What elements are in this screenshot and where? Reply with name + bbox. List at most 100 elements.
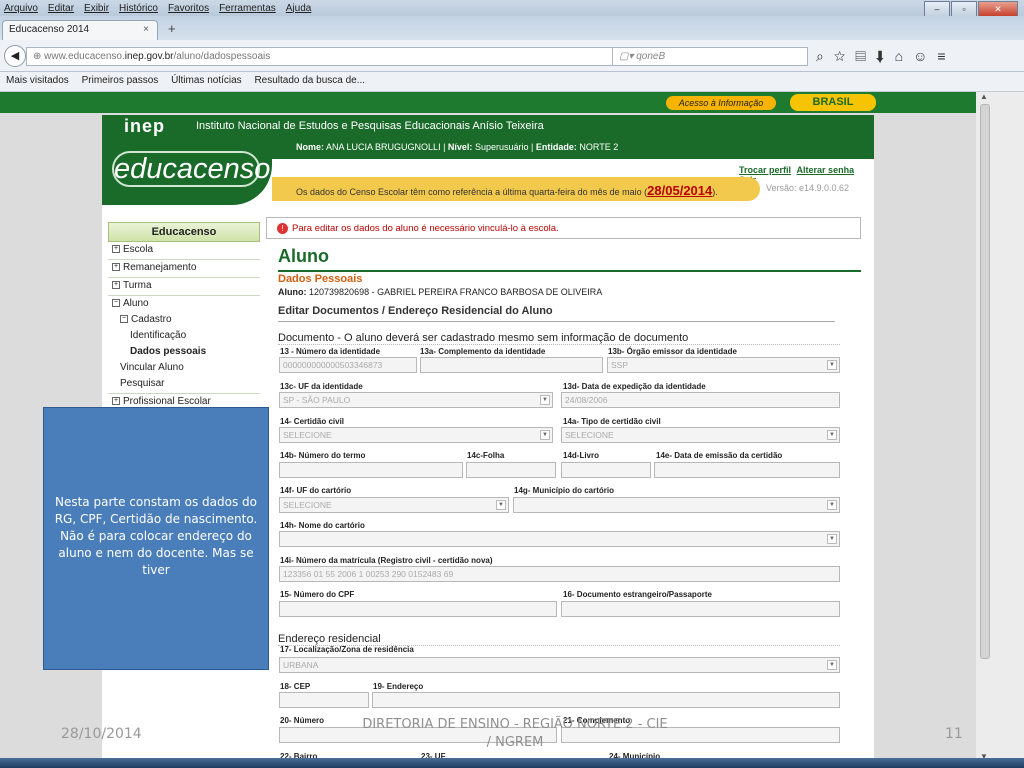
brasil-link[interactable]: BRASIL bbox=[790, 94, 876, 111]
menu-arquivo[interactable]: Arquivo bbox=[4, 3, 38, 14]
slide-footer-text: DIRETORIA DE ENSINO - REGIÃO NORTE 2 - C… bbox=[362, 717, 668, 750]
f13d-input[interactable]: 24/08/2006 bbox=[561, 392, 840, 408]
menu-historico[interactable]: Histórico bbox=[119, 3, 158, 14]
acesso-informacao-link[interactable]: Acesso à Informação bbox=[666, 96, 776, 110]
browser-tab[interactable]: Educacenso 2014 × bbox=[2, 20, 158, 40]
home-icon[interactable]: ⌂ bbox=[895, 48, 913, 64]
f14d-input[interactable] bbox=[561, 462, 651, 478]
f14b-input[interactable] bbox=[279, 462, 463, 478]
chevron-down-icon[interactable]: ▼ bbox=[827, 534, 837, 544]
f14i-label: 14i- Número da matrícula (Registro civil… bbox=[280, 556, 493, 565]
bookmark-ultimas-noticias[interactable]: Últimas notícias bbox=[171, 75, 242, 86]
f14e-input[interactable] bbox=[654, 462, 840, 478]
star-icon[interactable]: ☆ bbox=[834, 48, 855, 64]
expand-icon[interactable]: + bbox=[112, 245, 120, 254]
close-window-button[interactable]: ✕ bbox=[978, 1, 1018, 17]
f14g-select[interactable]: ▼ bbox=[513, 497, 840, 513]
f14h-label: 14h- Nome do cartório bbox=[280, 521, 365, 530]
aluno-identifier: Aluno: 120739820698 - GABRIEL PEREIRA FR… bbox=[278, 287, 602, 297]
f14a-value: SELECIONE bbox=[565, 430, 614, 440]
expand-icon[interactable]: + bbox=[112, 397, 120, 406]
expand-icon[interactable]: + bbox=[112, 281, 120, 290]
f14d-label: 14d-Livro bbox=[563, 451, 600, 460]
sidebar-item-label: Turma bbox=[123, 280, 152, 291]
search-input[interactable]: ▢▾ qoneB bbox=[612, 47, 808, 66]
reading-list-icon[interactable]: ▤ bbox=[855, 48, 876, 64]
f13b-select[interactable]: SSP ▼ bbox=[607, 357, 840, 373]
nome-value: ANA LUCIA BRUGUGNOLLI bbox=[326, 142, 441, 152]
sidebar-item-remanejamento[interactable]: + Remanejamento bbox=[108, 260, 260, 278]
f14h-select[interactable]: ▼ bbox=[279, 531, 840, 547]
f13c-select[interactable]: SP - SÃO PAULO ▼ bbox=[279, 392, 553, 408]
alert-message: ! Para editar os dados do aluno é necessá… bbox=[266, 217, 861, 239]
section-divider bbox=[278, 344, 840, 345]
sidebar-item-pesquisar[interactable]: Pesquisar bbox=[108, 376, 260, 394]
f13b-label: 13b- Órgão emissor da identidade bbox=[608, 347, 737, 356]
chevron-down-icon[interactable]: ▼ bbox=[827, 430, 837, 440]
sidebar-item-escola[interactable]: + Escola bbox=[108, 242, 260, 260]
f14f-select[interactable]: SELECIONE ▼ bbox=[279, 497, 509, 513]
minimize-button[interactable]: – bbox=[924, 1, 950, 17]
trocar-perfil-link[interactable]: Trocar perfil bbox=[739, 165, 791, 175]
f18-input[interactable] bbox=[279, 692, 369, 708]
f16-input[interactable] bbox=[561, 601, 840, 617]
menu-exibir[interactable]: Exibir bbox=[84, 3, 109, 14]
chevron-down-icon[interactable]: ▼ bbox=[827, 360, 837, 370]
entidade-value: NORTE 2 bbox=[579, 142, 619, 152]
sidebar-item-label: Dados pessoais bbox=[130, 346, 207, 357]
inep-header: inep Instituto Nacional de Estudos e Pes… bbox=[102, 115, 874, 137]
bookmark-mais-visitados[interactable]: Mais visitados bbox=[6, 75, 69, 86]
sidebar-item-label: Identificação bbox=[130, 330, 187, 341]
bookmarks-bar: Mais visitados Primeiros passos Últimas … bbox=[0, 72, 1024, 92]
educacenso-header: educacenso Nome: ANA LUCIA BRUGUGNOLLI |… bbox=[102, 137, 874, 205]
alterar-senha-link[interactable]: Alterar senha bbox=[797, 165, 855, 175]
f15-input[interactable] bbox=[279, 601, 557, 617]
menu-favoritos[interactable]: Favoritos bbox=[168, 3, 209, 14]
alert-text: Para editar os dados do aluno é necessár… bbox=[292, 223, 559, 234]
smiley-icon[interactable]: ☺ bbox=[913, 48, 937, 64]
scroll-up-icon[interactable]: ▲ bbox=[980, 92, 988, 101]
chevron-down-icon[interactable]: ▼ bbox=[827, 660, 837, 670]
hamburger-menu-icon[interactable]: ≡ bbox=[937, 48, 955, 64]
f13c-label: 13c- UF da identidade bbox=[280, 382, 363, 391]
maximize-button[interactable]: ▫ bbox=[951, 1, 977, 17]
sidebar-item-label: Aluno bbox=[123, 298, 149, 309]
sidebar-item-label: Cadastro bbox=[131, 314, 172, 325]
menu-ferramentas[interactable]: Ferramentas bbox=[219, 3, 276, 14]
tab-close-icon[interactable]: × bbox=[143, 24, 149, 35]
f13-label: 13 - Número da identidade bbox=[280, 347, 381, 356]
educacenso-logo: educacenso bbox=[112, 151, 271, 187]
f14c-input[interactable] bbox=[466, 462, 556, 478]
tab-bar: Educacenso 2014 × + bbox=[0, 16, 1024, 40]
search-icon[interactable]: ⌕ bbox=[816, 48, 834, 64]
collapse-icon[interactable]: − bbox=[112, 299, 120, 308]
menu-editar[interactable]: Editar bbox=[48, 3, 74, 14]
chevron-down-icon[interactable]: ▼ bbox=[540, 430, 550, 440]
download-icon[interactable]: ⬇ bbox=[876, 48, 895, 64]
aluno-label: Aluno: bbox=[278, 287, 307, 297]
new-tab-button[interactable]: + bbox=[168, 21, 176, 36]
f17-select[interactable]: URBANA ▼ bbox=[279, 657, 840, 673]
f13a-input[interactable] bbox=[420, 357, 603, 373]
expand-icon[interactable]: + bbox=[112, 263, 120, 272]
chevron-down-icon[interactable]: ▼ bbox=[827, 500, 837, 510]
url-bar[interactable]: ⊕ www.educacenso.inep.gov.br/aluno/dados… bbox=[26, 47, 676, 66]
menu-ajuda[interactable]: Ajuda bbox=[286, 3, 312, 14]
chevron-down-icon[interactable]: ▼ bbox=[496, 500, 506, 510]
collapse-icon[interactable]: − bbox=[120, 315, 128, 324]
bookmark-resultado-busca[interactable]: Resultado da busca de... bbox=[254, 75, 365, 86]
sidebar-item-turma[interactable]: + Turma bbox=[108, 278, 260, 296]
f14a-select[interactable]: SELECIONE ▼ bbox=[561, 427, 840, 443]
vertical-scrollbar[interactable]: ▲ ▼ bbox=[976, 92, 1024, 768]
educacenso-logo-area: educacenso bbox=[102, 137, 272, 205]
scrollbar-thumb[interactable] bbox=[980, 104, 990, 659]
f14-select[interactable]: SELECIONE ▼ bbox=[279, 427, 553, 443]
chevron-down-icon[interactable]: ▼ bbox=[540, 395, 550, 405]
f16-label: 16- Documento estrangeiro/Passaporte bbox=[563, 590, 712, 599]
f13-input[interactable]: 000000000000503346873 bbox=[279, 357, 417, 373]
back-button[interactable]: ◀ bbox=[4, 45, 26, 67]
f19-input[interactable] bbox=[372, 692, 840, 708]
f14a-label: 14a- Tipo de certidão civil bbox=[563, 417, 661, 426]
bookmark-primeiros-passos[interactable]: Primeiros passos bbox=[82, 75, 159, 86]
f14i-input[interactable]: 123356 01 55 2006 1 00253 290 0152483 69 bbox=[279, 566, 840, 582]
